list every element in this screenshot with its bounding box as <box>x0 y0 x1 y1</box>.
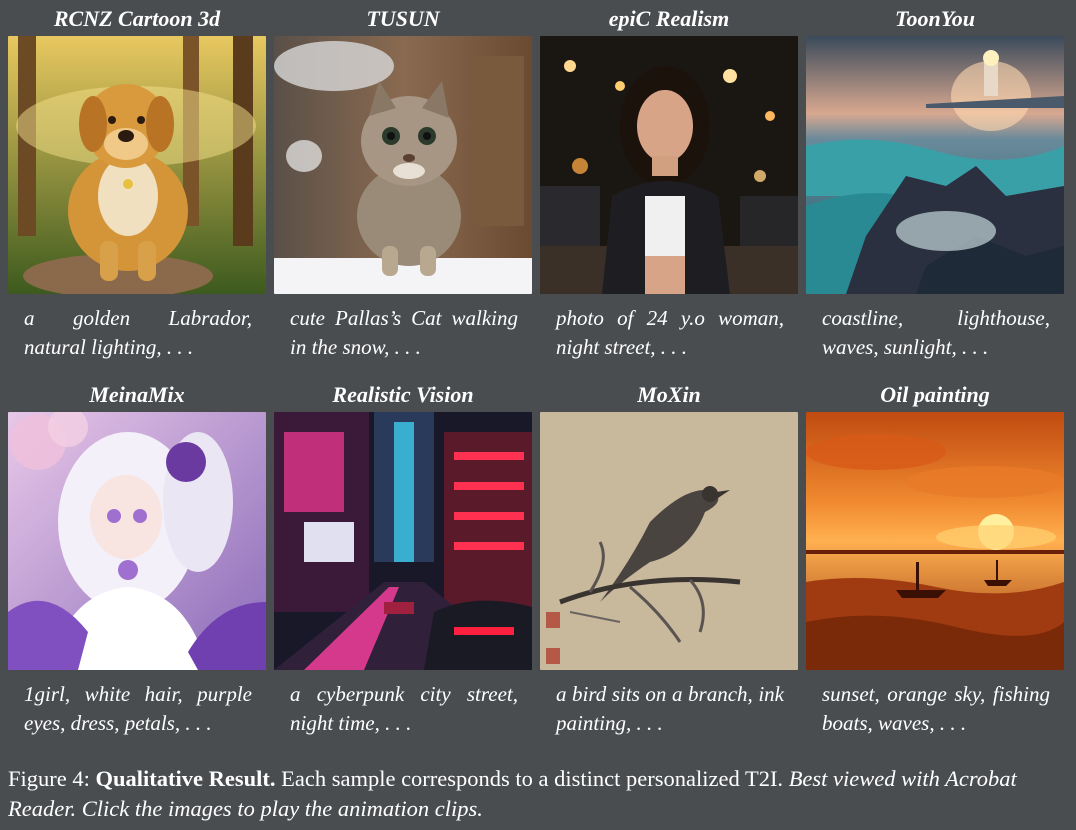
results-grid: RCNZ Cartoon 3d a golden Labrador, natur… <box>8 6 1064 758</box>
prompt-caption: 1girl, white hair, purple eyes, dress, p… <box>24 682 252 735</box>
prompt-caption: cute Pallas’s Cat walking in the snow, .… <box>290 306 518 359</box>
prompt-caption: a golden Labrador, natural lighting, . .… <box>24 306 252 359</box>
prompt-caption: a bird sits on a branch, ink painting, .… <box>556 682 784 735</box>
model-title: epiC Realism <box>608 6 730 31</box>
sample-moxin: MoXin a bird sits on a branch, ink paint… <box>540 382 798 758</box>
lighthouse-coast-image[interactable] <box>806 36 1064 294</box>
model-title: Realistic Vision <box>332 382 474 407</box>
model-title: ToonYou <box>895 6 975 31</box>
sunset-boats-image[interactable] <box>806 412 1064 670</box>
anime-girl-image[interactable] <box>8 412 266 670</box>
sample-rcnz: RCNZ Cartoon 3d a golden Labrador, natur… <box>8 6 266 382</box>
model-title: RCNZ Cartoon 3d <box>53 6 221 31</box>
prompt-caption: sunset, orange sky, fishing boats, waves… <box>822 682 1050 735</box>
sample-meinamix: MeinaMix 1girl, white hair, purple eyes,… <box>8 382 266 758</box>
model-title: TUSUN <box>366 6 440 31</box>
ink-bird-image[interactable] <box>540 412 798 670</box>
labrador-dog-image[interactable] <box>8 36 266 294</box>
woman-night-street-image[interactable] <box>540 36 798 294</box>
sample-oil-painting: Oil painting sunset, orange sky, fishing… <box>806 382 1064 758</box>
figure-label: Figure 4: <box>8 766 90 791</box>
sample-toonyou: ToonYou coastline, lighthouse, waves, su… <box>806 6 1064 382</box>
prompt-caption: a cyberpunk city street, night time, . .… <box>290 682 518 735</box>
model-title: Oil painting <box>880 382 990 407</box>
sample-realistic-vision: Realistic Vision a cyberpunk city street… <box>274 382 532 758</box>
figure-body: Each sample corresponds to a distinct pe… <box>281 766 784 791</box>
model-title: MoXin <box>637 382 701 407</box>
sample-tusun: TUSUN cute Pallas’s Cat walking in the s… <box>274 6 532 382</box>
prompt-caption: coastline, lighthouse, waves, sunlight, … <box>822 306 1050 359</box>
cyberpunk-street-image[interactable] <box>274 412 532 670</box>
model-title: MeinaMix <box>89 382 185 407</box>
sample-epic-realism: epiC Realism photo of 24 y.o woman, nigh… <box>540 6 798 382</box>
figure-caption: Figure 4: Qualitative Result. Each sampl… <box>8 764 1068 824</box>
prompt-caption: photo of 24 y.o woman, night street, . .… <box>556 306 784 359</box>
pallas-cat-image[interactable] <box>274 36 532 294</box>
figure-title: Qualitative Result. <box>95 766 276 791</box>
